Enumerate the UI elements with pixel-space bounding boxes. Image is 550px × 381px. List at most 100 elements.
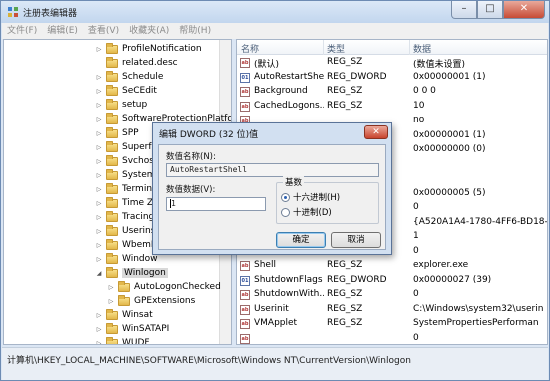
expand-arrow-icon[interactable]: ▷ bbox=[107, 284, 115, 291]
folder-icon bbox=[106, 238, 118, 250]
hex-radio-row[interactable]: 十六进制(H) bbox=[281, 191, 340, 203]
tree-item-label: Window bbox=[122, 254, 158, 264]
tree-item[interactable]: ▷ Time Zo bbox=[95, 196, 159, 210]
value-row[interactable]: ab Shell REG_SZ explorer.exe bbox=[237, 259, 547, 273]
folder-icon bbox=[106, 336, 118, 344]
menu-view[interactable]: 查看(V) bbox=[83, 23, 124, 39]
tree-item-label: WUDF bbox=[122, 338, 150, 345]
value-data: explorer.exe bbox=[413, 260, 469, 270]
folder-icon bbox=[106, 252, 118, 264]
column-type[interactable]: 类型 bbox=[327, 42, 345, 55]
expand-arrow-icon[interactable]: ▷ bbox=[95, 130, 103, 137]
expand-arrow-icon[interactable]: ▷ bbox=[95, 340, 103, 345]
value-row[interactable]: ab VMApplet REG_SZ SystemPropertiesPerforma… bbox=[237, 317, 547, 331]
tree-item[interactable]: ▷ AutoLogonChecked bbox=[107, 280, 221, 294]
close-button[interactable]: ✕ bbox=[503, 1, 545, 19]
string-value-icon: ab bbox=[240, 304, 250, 315]
value-name: (默认) bbox=[254, 60, 280, 70]
tree-item[interactable]: ▷ GPExtensions bbox=[107, 294, 195, 308]
tree-item[interactable]: ▷ SPP bbox=[95, 126, 139, 140]
expand-arrow-icon[interactable]: ▷ bbox=[95, 214, 103, 221]
value-row[interactable]: ab 0 bbox=[237, 332, 547, 345]
expand-arrow-icon[interactable]: ▷ bbox=[95, 256, 103, 263]
expand-arrow-icon[interactable]: ▷ bbox=[95, 312, 103, 319]
tree-item-label: related.desc bbox=[122, 58, 178, 68]
expand-arrow-icon[interactable]: ▷ bbox=[95, 186, 103, 193]
value-name-field[interactable]: AutoRestartShell bbox=[166, 163, 379, 177]
dialog-close-button[interactable]: ✕ bbox=[364, 125, 388, 139]
value-data: no bbox=[413, 115, 425, 125]
expand-arrow-icon[interactable]: ▷ bbox=[95, 74, 103, 81]
expand-arrow-icon[interactable]: ▷ bbox=[95, 88, 103, 95]
value-data-input[interactable]: 1 bbox=[166, 197, 266, 211]
value-type: REG_SZ bbox=[327, 303, 363, 314]
hex-radio[interactable] bbox=[281, 192, 290, 202]
tree-item[interactable]: ▷ Superfe bbox=[95, 140, 157, 154]
folder-icon bbox=[106, 42, 118, 54]
ok-button[interactable]: 确定 bbox=[276, 232, 326, 248]
expand-arrow-icon[interactable]: ▷ bbox=[95, 144, 103, 151]
value-row[interactable]: ab Background REG_SZ 0 0 0 bbox=[237, 85, 547, 99]
expand-arrow-icon[interactable]: ▷ bbox=[95, 172, 103, 179]
value-name-label: 数值名称(N): bbox=[166, 152, 216, 162]
column-data[interactable]: 数据 bbox=[413, 42, 431, 55]
tree-item[interactable]: ▷ Schedule bbox=[95, 70, 163, 84]
maximize-button[interactable]: □ bbox=[477, 1, 503, 19]
cancel-button[interactable]: 取消 bbox=[331, 232, 381, 248]
dec-radio-row[interactable]: 十进制(D) bbox=[281, 206, 332, 218]
value-row[interactable]: 01 AutoRestartShell REG_DWORD 0x00000001 (1… bbox=[237, 71, 547, 85]
expand-arrow-icon[interactable]: ▷ bbox=[95, 228, 103, 235]
menu-favorites[interactable]: 收藏夹(A) bbox=[124, 23, 174, 39]
folder-icon bbox=[106, 224, 118, 236]
value-row[interactable]: ab ShutdownWith... REG_SZ 0 bbox=[237, 288, 547, 302]
value-type: REG_SZ bbox=[327, 260, 363, 270]
dec-radio[interactable] bbox=[281, 207, 290, 217]
menu-edit[interactable]: 编辑(E) bbox=[42, 23, 83, 39]
value-row[interactable]: ab CachedLogons... REG_SZ 10 bbox=[237, 100, 547, 114]
tree-item[interactable]: ▷ ProfileNotification bbox=[95, 42, 202, 56]
tree-item[interactable]: ▷ SeCEdit bbox=[95, 84, 157, 98]
tree-item[interactable]: ▷ Tracing bbox=[95, 210, 154, 224]
menu-help[interactable]: 帮助(H) bbox=[174, 23, 216, 39]
tree-item-label: WinSATAPI bbox=[122, 324, 170, 334]
value-row[interactable]: ab (默认) REG_SZ (数值未设置) bbox=[237, 56, 547, 70]
tree-item[interactable]: ▷ Termina bbox=[95, 182, 158, 196]
status-path: 计算机\HKEY_LOCAL_MACHINE\SOFTWARE\Microsof… bbox=[7, 356, 411, 366]
expand-arrow-icon[interactable]: ▷ bbox=[95, 242, 103, 249]
tree-item-label: ProfileNotification bbox=[122, 44, 202, 54]
minimize-button[interactable]: – bbox=[451, 1, 477, 19]
folder-icon bbox=[106, 70, 118, 82]
value-row[interactable]: ab Userinit REG_SZ C:\Windows\system32\user… bbox=[237, 303, 547, 317]
tree-item[interactable]: ▷ setup bbox=[95, 98, 147, 112]
tree-item[interactable]: related.desc bbox=[95, 56, 178, 70]
status-bar: 计算机\HKEY_LOCAL_MACHINE\SOFTWARE\Microsof… bbox=[2, 347, 548, 380]
folder-icon bbox=[106, 140, 118, 152]
expand-arrow-icon[interactable]: ▷ bbox=[95, 200, 103, 207]
expand-arrow-icon[interactable]: ▷ bbox=[95, 158, 103, 165]
tree-item[interactable]: ▷ WbemP bbox=[95, 238, 156, 252]
tree-item[interactable]: ▷ Window bbox=[95, 252, 158, 266]
folder-icon bbox=[106, 182, 118, 194]
expand-arrow-icon[interactable]: ▷ bbox=[95, 102, 103, 109]
folder-icon bbox=[106, 98, 118, 110]
column-name[interactable]: 名称 bbox=[241, 42, 259, 55]
tree-item[interactable]: ▷ Svchost bbox=[95, 154, 157, 168]
tree-item-label: Winlogon bbox=[122, 268, 168, 278]
menu-file[interactable]: 文件(F) bbox=[2, 23, 42, 39]
tree-item[interactable]: ▷ Winsat bbox=[95, 308, 153, 322]
tree-item[interactable]: ▷ WinSATAPI bbox=[95, 322, 169, 336]
value-name: AutoRestartShell bbox=[254, 71, 324, 82]
expand-arrow-icon[interactable]: ▷ bbox=[95, 46, 103, 53]
tree-item-label: Winsat bbox=[122, 310, 153, 320]
tree-item-label: Tracing bbox=[122, 212, 155, 222]
tree-item[interactable]: ◢ Winlogon bbox=[95, 266, 168, 280]
expand-arrow-icon[interactable]: ◢ bbox=[95, 270, 103, 277]
value-row[interactable]: 01 ShutdownFlags REG_DWORD 0x00000027 (39) bbox=[237, 274, 547, 288]
expand-arrow-icon[interactable]: ▷ bbox=[107, 298, 115, 305]
edit-dword-dialog: 编辑 DWORD (32 位)值 ✕ 数值名称(N): AutoRestartS… bbox=[152, 122, 392, 255]
tree-item[interactable]: ▷ WUDF bbox=[95, 336, 150, 345]
folder-icon bbox=[106, 56, 118, 68]
expand-arrow-icon[interactable]: ▷ bbox=[95, 116, 103, 123]
tree-item[interactable]: ▷ Userinst bbox=[95, 224, 159, 238]
expand-arrow-icon[interactable]: ▷ bbox=[95, 326, 103, 333]
